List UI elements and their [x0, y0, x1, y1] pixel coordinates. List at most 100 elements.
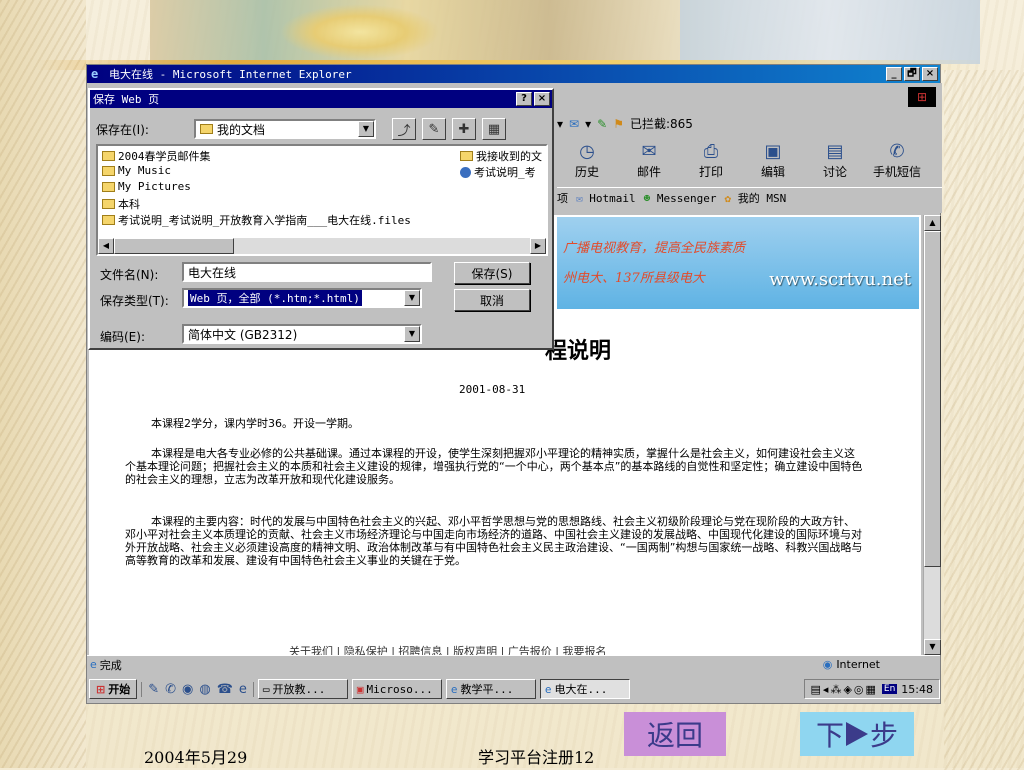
ie-icon: e: [544, 682, 552, 696]
mail-button[interactable]: ✉ 邮件: [619, 141, 679, 180]
filetype-value: Web 页，全部 (*.htm;*.html): [188, 290, 362, 306]
links-item-messenger[interactable]: ☻ Messenger: [644, 192, 717, 205]
dialog-close-button[interactable]: ×: [534, 92, 550, 106]
maximize-button[interactable]: 🗗: [904, 67, 920, 81]
play-arrow-icon: [846, 722, 868, 746]
view-menu-icon[interactable]: ▦: [482, 118, 506, 140]
edit-button[interactable]: ▣ 编辑: [743, 141, 803, 180]
next-step-button[interactable]: 下 步: [800, 712, 914, 756]
up-folder-icon[interactable]: ⤴: [392, 118, 416, 140]
file-name: 我接收到的文: [476, 150, 542, 163]
file-list-horizontal-scrollbar[interactable]: ◀ ▶: [98, 238, 546, 254]
dialog-title-bar: 保存 Web 页 ? ×: [90, 90, 552, 108]
slide-date: 2004年5月29: [144, 748, 248, 767]
edit-icon: ▣: [764, 141, 782, 162]
scroll-up-icon[interactable]: ▲: [924, 215, 941, 231]
scroll-thumb[interactable]: [114, 238, 234, 254]
show-desktop-icon[interactable]: ✎: [148, 682, 159, 697]
sms-button[interactable]: ✆ 手机短信: [867, 141, 927, 180]
filetype-label: 保存类型(T):: [100, 294, 169, 308]
ie-toolbar-top: ▾ ✉ ▾ ✎ ⚑ 已拦截:865: [557, 115, 693, 132]
scroll-right-icon[interactable]: ▶: [530, 238, 546, 254]
chevron-down-icon[interactable]: ▼: [404, 326, 420, 342]
chat-icon[interactable]: ☎: [217, 682, 233, 697]
input-language-badge[interactable]: En: [881, 684, 898, 694]
filetype-select[interactable]: Web 页，全部 (*.htm;*.html) ▼: [182, 288, 422, 308]
ie-icon[interactable]: e: [239, 682, 247, 697]
ie-icon: e: [450, 682, 458, 696]
folder-icon: [102, 215, 115, 225]
chevron-down-icon[interactable]: ▼: [358, 121, 374, 137]
list-item[interactable]: 2004春学员邮件集: [102, 148, 211, 164]
browser-icon[interactable]: ◍: [199, 682, 210, 697]
scroll-thumb[interactable]: [924, 231, 941, 567]
paragraph-credits: 本课程2学分，课内学时36。开设一学期。: [151, 417, 359, 430]
help-button[interactable]: ?: [516, 92, 532, 106]
save-in-value: 我的文档: [217, 122, 266, 137]
chevron-down-icon[interactable]: ▼: [404, 290, 420, 306]
taskbar-item[interactable]: ▣ Microso...: [351, 679, 442, 699]
footer-links[interactable]: 关于我们 | 隐私保护 | 招聘信息 | 版权声明 | 广告报价 | 我要报名: [289, 643, 607, 655]
status-page-icon: e: [90, 658, 97, 671]
media-player-icon[interactable]: ◉: [182, 682, 193, 697]
slide-page-title: 学习平台注册12: [478, 748, 595, 767]
taskbar: ⊞ 开始 ✎ ✆ ◉ ◍ ☎ e ▭ 开放教... ▣ Microso... e 教学…: [87, 677, 940, 701]
list-item[interactable]: 考试说明_考: [460, 164, 536, 180]
dropdown-arrow-icon[interactable]: ▾: [585, 117, 591, 131]
list-item[interactable]: My Pictures: [102, 180, 191, 193]
ie-logo-icon: e: [91, 67, 99, 81]
slide-left-decoration: [0, 0, 86, 768]
sms-icon: ✆: [889, 141, 905, 162]
desktop-icon[interactable]: ✎: [422, 118, 446, 140]
file-name: 考试说明_考试说明_开放教育入学指南___电大在线.files: [118, 214, 411, 227]
discuss-icon: ▤: [826, 141, 844, 162]
messenger-label: Messenger: [656, 191, 717, 205]
save-in-select[interactable]: 我的文档 ▼: [194, 119, 376, 139]
taskbar-item[interactable]: ▭ 开放教...: [257, 679, 348, 699]
cancel-button[interactable]: 取消: [454, 289, 530, 311]
discuss-label: 讨论: [822, 165, 847, 179]
list-item[interactable]: 考试说明_考试说明_开放教育入学指南___电大在线.files: [102, 212, 411, 228]
folder-icon: [102, 181, 115, 192]
list-item[interactable]: 我接收到的文: [460, 148, 542, 164]
banner-subtitle: 州电大、137所县级电大: [563, 271, 705, 286]
filename-input[interactable]: 电大在线: [182, 262, 432, 282]
links-item-msn[interactable]: ✿ 我的 MSN: [724, 190, 786, 206]
encoding-select[interactable]: 简体中文 (GB2312) ▼: [182, 324, 422, 344]
save-button[interactable]: 保存(S): [454, 262, 530, 284]
list-item[interactable]: My Music: [102, 164, 171, 177]
taskbar-item[interactable]: e 教学平...: [445, 679, 536, 699]
list-item[interactable]: 本科: [102, 196, 140, 212]
links-item-hotmail[interactable]: ✉ Hotmail: [576, 192, 636, 205]
dropdown-arrow-icon[interactable]: ▾: [557, 117, 563, 131]
outlook-icon[interactable]: ✆: [165, 682, 176, 697]
tray-icons[interactable]: ▤◂⁂◈◎▦: [811, 683, 878, 696]
favorites-icon[interactable]: ✉: [569, 117, 579, 131]
popup-blocker-icon[interactable]: ⚑: [613, 117, 624, 131]
page-vertical-scrollbar[interactable]: ▲ ▼: [923, 215, 941, 655]
print-button[interactable]: ⎙ 打印: [681, 141, 741, 180]
minimize-button[interactable]: _: [886, 67, 902, 81]
close-button[interactable]: ×: [922, 67, 938, 81]
scroll-left-icon[interactable]: ◀: [98, 238, 114, 254]
status-text: 完成: [99, 658, 122, 672]
links-item-more[interactable]: 项: [557, 190, 568, 206]
start-button[interactable]: ⊞ 开始: [89, 679, 138, 699]
folder-icon: [200, 124, 213, 134]
print-label: 打印: [698, 165, 723, 179]
taskbar-item-active[interactable]: e 电大在...: [539, 679, 630, 699]
taskbar-item-label: Microso...: [366, 682, 433, 696]
dialog-title: 保存 Web 页: [93, 93, 160, 106]
page-title: 程说明: [545, 338, 612, 364]
scroll-down-icon[interactable]: ▼: [924, 639, 941, 655]
file-name: 考试说明_考: [474, 166, 536, 179]
back-button[interactable]: 返回: [624, 712, 726, 756]
new-folder-icon[interactable]: ✚: [452, 118, 476, 140]
messenger-icon[interactable]: ✎: [597, 117, 607, 131]
site-banner[interactable]: 广播电视教育，提高全民族素质 州电大、137所县级电大 www.scrtvu.n…: [557, 217, 919, 309]
next-label-prefix: 下: [815, 719, 844, 752]
taskbar-item-label: 开放教...: [272, 683, 326, 696]
history-button[interactable]: ◷ 历史: [557, 141, 617, 180]
discuss-button[interactable]: ▤ 讨论: [805, 141, 865, 180]
file-list[interactable]: 2004春学员邮件集 My Music My Pictures 本科 考试说明_…: [96, 144, 548, 256]
